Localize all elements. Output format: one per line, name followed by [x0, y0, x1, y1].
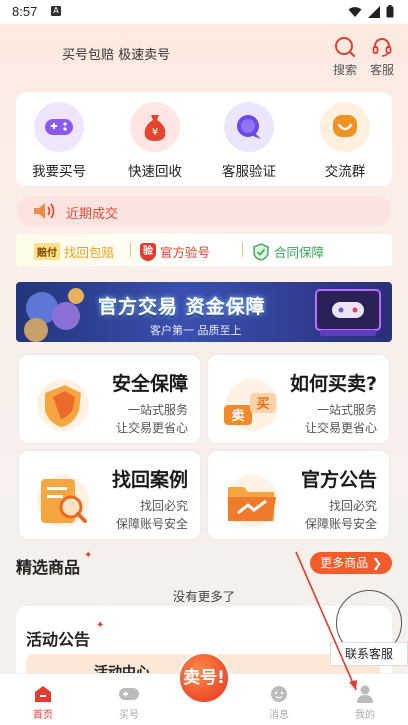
section-title-selected: 精选商品 — [16, 558, 81, 577]
user-icon — [357, 685, 373, 703]
chat-bubble-icon — [224, 102, 274, 152]
tab-label: 我的 — [355, 710, 375, 721]
guarantee-official-check: 验 官方验号 — [140, 242, 210, 261]
search-icon — [335, 37, 355, 57]
feature-subtitle: 让交易更省心 — [115, 421, 188, 435]
quick-actions-card: 我要买号 ¥ 快速回收 客服验证 交流群 — [16, 92, 392, 186]
feature-title: 安全保障 — [111, 373, 188, 395]
tab-label: 买号 — [119, 710, 139, 721]
buy-tag-text: 买 — [256, 397, 269, 412]
feature-safety[interactable]: 安全保障 一站式服务 让交易更省心 — [18, 354, 201, 444]
buy-sell-tags-icon: 卖买 — [224, 379, 278, 431]
quick-action-label: 快速回收 — [128, 164, 182, 180]
search-button[interactable]: 搜索 — [327, 36, 363, 78]
money-bag-icon: ¥ — [130, 102, 180, 152]
guarantee-label: 官方验号 — [160, 245, 211, 260]
sell-account-button[interactable]: 卖号! — [178, 652, 230, 704]
feature-subtitle: 找回必究 — [328, 499, 377, 513]
more-goods-button[interactable]: 更多商品 ❯ — [310, 552, 392, 574]
quick-action-buy-account[interactable]: 我要买号 — [24, 102, 94, 180]
sell-tag-text: 卖 — [231, 408, 244, 424]
tab-messages[interactable]: 消息 — [249, 684, 309, 721]
svg-text:¥: ¥ — [152, 127, 158, 138]
tab-label: 首页 — [33, 710, 53, 721]
recent-deals-bar[interactable]: 近期成交 — [16, 196, 392, 226]
divider — [242, 243, 243, 257]
guarantee-label: 找回包赔 — [64, 245, 115, 260]
status-time: 8:57 — [12, 4, 38, 19]
document-search-icon — [37, 475, 89, 527]
divider — [130, 243, 131, 257]
feature-subtitle: 保障账号安全 — [304, 517, 377, 531]
signal-icon — [368, 5, 380, 18]
gamepad-icon — [119, 688, 139, 700]
contract-shield-icon — [253, 242, 269, 261]
feature-subtitle: 找回必究 — [139, 499, 188, 513]
sparkle-icon: ✦ — [96, 620, 105, 631]
feature-subtitle: 一站式服务 — [316, 403, 377, 417]
app-header: 买号包赔 极速卖号 搜索 客服 — [0, 24, 408, 84]
sparkle-icon: ✦ — [84, 550, 93, 561]
feature-official-notice[interactable]: 官方公告 找回必究 保障账号安全 — [207, 450, 390, 540]
speaker-icon — [34, 203, 55, 219]
tab-home[interactable]: 首页 — [13, 684, 73, 721]
notification-icon: A — [51, 6, 61, 16]
guarantee-contract: 合同保障 — [252, 242, 324, 261]
banner-subline: 客户第一 品质至上 — [150, 324, 242, 337]
header-slogan: 买号包赔 极速卖号 — [62, 48, 171, 63]
controller-stand-icon — [315, 289, 381, 336]
quick-action-fast-recycle[interactable]: ¥ 快速回收 — [120, 102, 190, 180]
notice-title: 活动公告 — [26, 630, 91, 649]
service-button[interactable]: 客服 — [364, 36, 400, 78]
floating-service-label[interactable]: 联系客服 — [330, 642, 408, 666]
smile-chat-icon — [320, 102, 370, 152]
folder-chart-icon — [226, 475, 278, 527]
service-label: 客服 — [369, 63, 394, 77]
more-goods-label: 更多商品 — [320, 556, 369, 570]
feature-subtitle: 一站式服务 — [127, 403, 188, 417]
search-label: 搜索 — [332, 63, 357, 77]
feature-title: 官方公告 — [300, 469, 377, 491]
banner-headline: 官方交易 资金保障 — [98, 296, 266, 318]
status-bar: 8:57 A — [0, 0, 408, 24]
promo-banner[interactable]: 官方交易 资金保障 客户第一 品质至上 — [16, 282, 392, 342]
safety-shield-icon — [37, 379, 89, 431]
gamepad-icon — [34, 102, 84, 152]
feature-how-to-trade[interactable]: 卖买 如何买卖? 一站式服务 让交易更省心 — [207, 354, 390, 444]
tab-label: 消息 — [269, 710, 289, 721]
headset-icon — [372, 38, 392, 57]
quick-action-service-verify[interactable]: 客服验证 — [214, 102, 284, 180]
wifi-icon — [348, 6, 362, 17]
battery-icon — [386, 5, 394, 18]
message-icon — [271, 686, 287, 702]
guarantee-compensation: 赔付 找回包赔 — [34, 242, 114, 261]
quick-action-group-chat[interactable]: 交流群 — [310, 102, 380, 180]
feature-subtitle: 让交易更省心 — [304, 421, 377, 435]
guarantee-strip: 赔付 找回包赔 验 官方验号 合同保障 — [16, 234, 392, 266]
banner-characters-image — [24, 288, 84, 342]
tab-buy[interactable]: 买号 — [99, 684, 159, 721]
recent-deals-label: 近期成交 — [66, 207, 119, 222]
quick-action-label: 客服验证 — [222, 164, 276, 180]
tab-profile[interactable]: 我的 — [335, 684, 395, 721]
feature-subtitle: 保障账号安全 — [115, 517, 188, 531]
shield-icon: 验 — [140, 242, 156, 261]
quick-action-label: 交流群 — [324, 164, 366, 180]
feature-title: 如何买卖? — [289, 373, 377, 395]
guarantee-label: 合同保障 — [274, 245, 325, 260]
quick-action-label: 我要买号 — [32, 164, 86, 180]
feature-title: 找回案例 — [111, 469, 188, 491]
home-icon — [35, 686, 51, 702]
compensation-tag-icon: 赔付 — [34, 243, 60, 260]
chevron-right-icon: ❯ — [371, 556, 382, 570]
feature-recovery-cases[interactable]: 找回案例 找回必究 保障账号安全 — [18, 450, 201, 540]
status-indicators — [348, 5, 394, 18]
